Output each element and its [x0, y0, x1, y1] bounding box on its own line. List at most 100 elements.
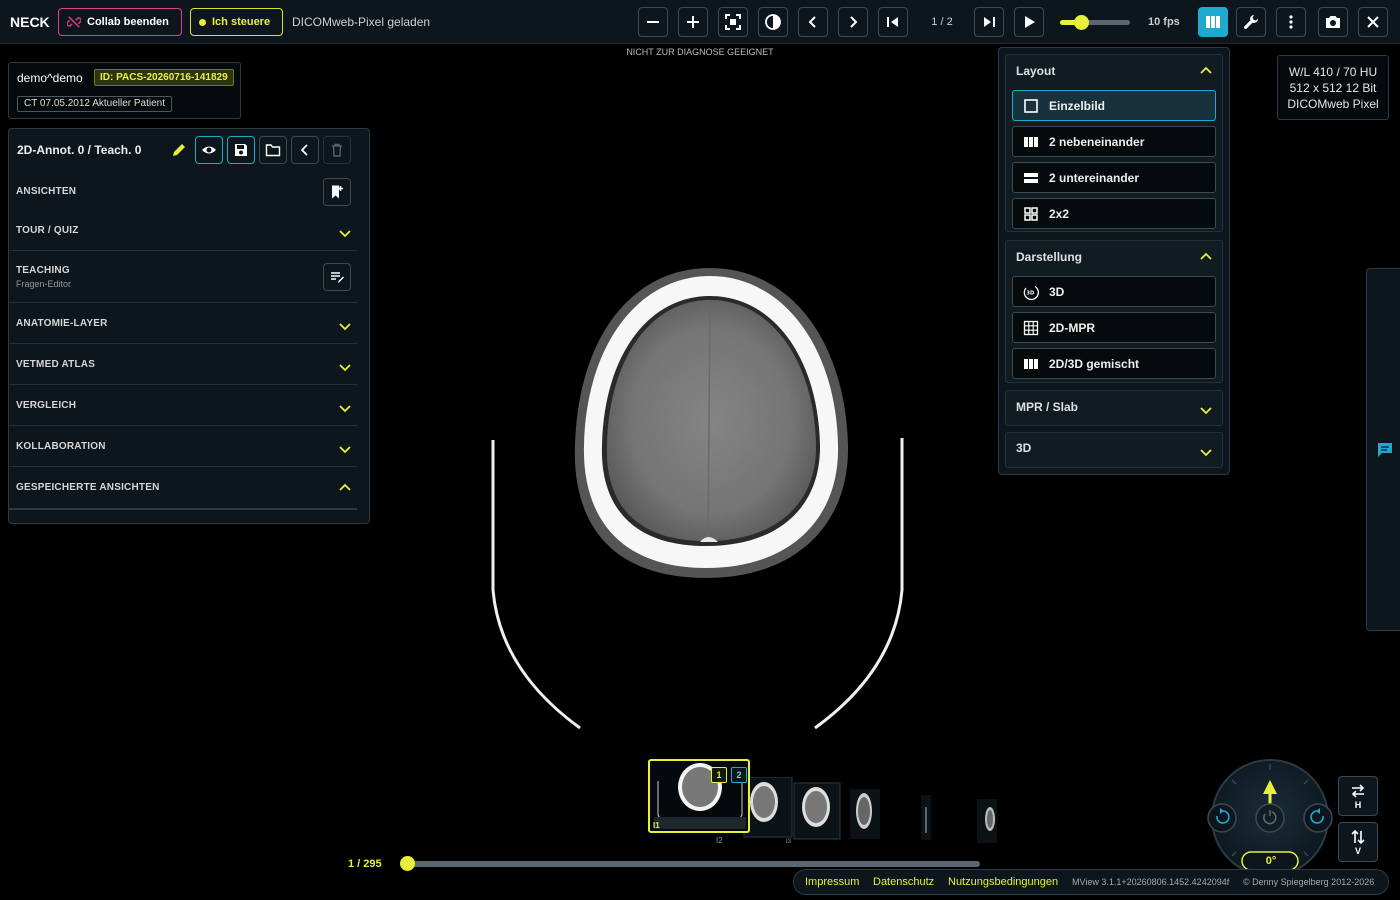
layout-option-stacked-label: 2 untereinander	[1049, 170, 1140, 185]
screenshot-button[interactable]	[1318, 7, 1348, 37]
section-vergleich-label: VERGLEICH	[16, 400, 77, 411]
display-option-mixed[interactable]: 2D/3D gemischt	[1012, 348, 1216, 379]
trash-icon	[332, 143, 342, 157]
section-vetmed-atlas[interactable]: VETMED ATLAS	[9, 344, 357, 385]
layout-group: Layout Einzelbild 2 nebeneinander 2 unte…	[1005, 54, 1223, 232]
layout-option-single-label: Einzelbild	[1049, 98, 1106, 113]
chevron-up-icon[interactable]	[1198, 249, 1214, 265]
3d-group[interactable]: 3D	[1005, 432, 1223, 468]
layout-button[interactable]	[1198, 7, 1228, 37]
section-tour-quiz[interactable]: TOUR / QUIZ	[9, 211, 357, 251]
slice-counter: 1 / 295	[348, 858, 382, 870]
square-icon	[1024, 98, 1038, 113]
section-ansichten: ANSICHTEN	[9, 171, 357, 211]
question-editor-button[interactable]	[323, 263, 351, 291]
grid-icon	[1024, 206, 1038, 221]
thumbnail-selected[interactable]: 1 2 I1	[648, 759, 750, 833]
more-vertical-icon	[1289, 15, 1293, 29]
play-icon	[1025, 16, 1035, 28]
version-info: MView 3.1.1+20260806.1452.4242094f	[1072, 877, 1230, 887]
impressum-link[interactable]: Impressum	[805, 876, 859, 888]
speed-slider-handle[interactable]	[1074, 15, 1089, 30]
close-button[interactable]	[1358, 7, 1388, 37]
flip-horizontal-button[interactable]: H	[1338, 776, 1378, 816]
mpr-slab-group[interactable]: MPR / Slab	[1005, 390, 1223, 426]
chat-drawer-tab[interactable]	[1366, 268, 1400, 631]
tools-button[interactable]	[1236, 7, 1266, 37]
mpr-grid-icon	[1023, 320, 1039, 335]
section-anatomie-label: ANATOMIE-LAYER	[16, 318, 108, 329]
edit-list-icon	[331, 272, 344, 283]
wrench-icon	[1244, 15, 1258, 29]
annotation-panel: 2D-Annot. 0 / Teach. 0 ANSICHTEN TOUR / …	[8, 128, 370, 524]
app-brand: NECK	[10, 14, 50, 30]
flip-vertical-button[interactable]: V	[1338, 822, 1378, 862]
section-vergleich[interactable]: VERGLEICH	[9, 385, 357, 426]
layout-option-side-by-side[interactable]: 2 nebeneinander	[1012, 126, 1216, 157]
more-menu-button[interactable]	[1276, 7, 1306, 37]
terms-link[interactable]: Nutzungsbedingungen	[948, 876, 1058, 888]
next-frame-button[interactable]	[838, 7, 868, 37]
display-option-3d[interactable]: 3D 3D	[1012, 276, 1216, 307]
pencil-icon[interactable]	[169, 140, 189, 160]
speed-slider[interactable]	[1060, 15, 1130, 30]
svg-text:3D: 3D	[1027, 290, 1035, 296]
display-option-2d-mpr[interactable]: 2D-MPR	[1012, 312, 1216, 343]
layout-option-grid[interactable]: 2x2	[1012, 198, 1216, 229]
window-level-info: W/L 410 / 70 HU 512 x 512 12 Bit DICOMwe…	[1277, 55, 1389, 120]
columns-icon	[1024, 136, 1038, 147]
chevron-down-icon	[1200, 449, 1212, 457]
window-level-value: W/L 410 / 70 HU	[1288, 65, 1378, 79]
fit-view-button[interactable]	[718, 7, 748, 37]
steer-dot-icon	[199, 18, 206, 26]
section-kollaboration[interactable]: KOLLABORATION	[9, 426, 357, 467]
slice-slider[interactable]	[400, 856, 980, 871]
zoom-out-button[interactable]	[638, 7, 668, 37]
section-kollaboration-label: KOLLABORATION	[16, 441, 106, 452]
chevron-up-icon[interactable]	[1198, 63, 1214, 79]
delete-annotations-button[interactable]	[323, 136, 351, 164]
flip-v-label: V	[1354, 846, 1361, 856]
load-status: DICOMweb-Pixel geladen	[292, 15, 431, 29]
layout-option-stacked[interactable]: 2 untereinander	[1012, 162, 1216, 193]
layout-option-single[interactable]: Einzelbild	[1012, 90, 1216, 121]
section-anatomie-layer[interactable]: ANATOMIE-LAYER	[9, 303, 357, 344]
last-frame-button[interactable]	[974, 7, 1004, 37]
play-button[interactable]	[1014, 7, 1044, 37]
add-view-button[interactable]	[323, 178, 351, 206]
chevron-left-icon	[808, 16, 816, 28]
chat-icon	[1378, 443, 1392, 457]
3d-group-title: 3D	[1016, 441, 1032, 455]
rotation-angle: 0°	[1265, 855, 1277, 867]
section-teaching-sublabel: Fragen-Editor	[16, 279, 72, 289]
frame-counter: 1 / 2	[931, 16, 953, 28]
thumbnail-2-label: I2	[716, 836, 723, 845]
layout-menu-panel: Layout Einzelbild 2 nebeneinander 2 unte…	[998, 47, 1230, 475]
open-annotations-button[interactable]	[259, 136, 287, 164]
contrast-button[interactable]	[758, 7, 788, 37]
skip-first-icon	[887, 17, 898, 27]
datenschutz-link[interactable]: Datenschutz	[873, 876, 934, 888]
close-icon	[1367, 16, 1379, 28]
zoom-in-button[interactable]	[678, 7, 708, 37]
steer-button[interactable]: Ich steuere	[190, 8, 283, 36]
prev-frame-button[interactable]	[798, 7, 828, 37]
folder-icon	[265, 144, 281, 157]
section-gespeicherte-ansichten[interactable]: GESPEICHERTE ANSICHTEN	[9, 467, 357, 510]
slice-slider-handle[interactable]	[400, 856, 415, 871]
thumbnail-strip-images[interactable]	[738, 777, 1008, 852]
layout-option-side-by-side-label: 2 nebeneinander	[1049, 134, 1145, 149]
chevron-left-icon	[300, 144, 308, 156]
save-annotations-button[interactable]	[227, 136, 255, 164]
first-frame-button[interactable]	[878, 7, 908, 37]
display-option-2d-mpr-label: 2D-MPR	[1049, 320, 1096, 335]
chevron-down-icon	[1200, 407, 1212, 415]
patient-id-badge: ID: PACS-20260716-141829	[94, 69, 234, 86]
collapse-panel-button[interactable]	[291, 136, 319, 164]
visibility-button[interactable]	[195, 136, 223, 164]
chevron-down-icon	[339, 323, 351, 331]
study-chip[interactable]: CT 07.05.2012 Aktueller Patient	[17, 96, 173, 112]
ct-image-viewport[interactable]	[480, 260, 920, 730]
collab-end-button[interactable]: Collab beenden	[58, 8, 182, 36]
patient-name: demo^demo	[17, 71, 83, 85]
